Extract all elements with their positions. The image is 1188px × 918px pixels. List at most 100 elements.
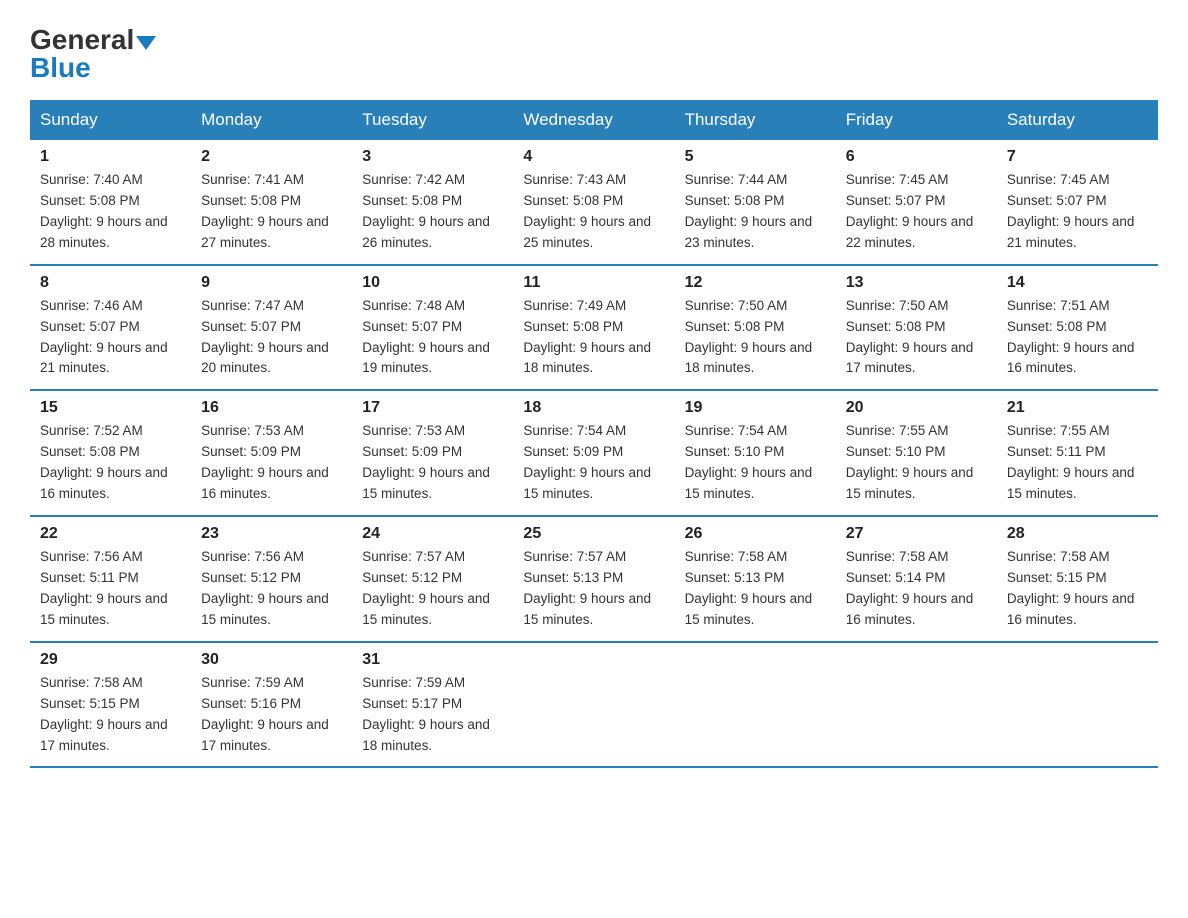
- calendar-cell: 21 Sunrise: 7:55 AMSunset: 5:11 PMDayligh…: [997, 390, 1158, 516]
- calendar-cell: 23 Sunrise: 7:56 AMSunset: 5:12 PMDayligh…: [191, 516, 352, 642]
- day-number: 25: [523, 525, 664, 543]
- day-info: Sunrise: 7:49 AMSunset: 5:08 PMDaylight:…: [523, 296, 664, 380]
- calendar-cell: 18 Sunrise: 7:54 AMSunset: 5:09 PMDayligh…: [513, 390, 674, 516]
- calendar-cell: [675, 642, 836, 768]
- day-number: 14: [1007, 274, 1148, 292]
- day-info: Sunrise: 7:55 AMSunset: 5:11 PMDaylight:…: [1007, 421, 1148, 505]
- day-info: Sunrise: 7:58 AMSunset: 5:15 PMDaylight:…: [1007, 547, 1148, 631]
- day-info: Sunrise: 7:59 AMSunset: 5:16 PMDaylight:…: [201, 673, 342, 757]
- logo: General Blue: [30, 26, 156, 82]
- calendar-week-row: 8Sunrise: 7:46 AMSunset: 5:07 PMDaylight…: [30, 265, 1158, 391]
- day-info: Sunrise: 7:57 AMSunset: 5:13 PMDaylight:…: [523, 547, 664, 631]
- day-info: Sunrise: 7:42 AMSunset: 5:08 PMDaylight:…: [362, 170, 503, 254]
- logo-blue-text: Blue: [30, 54, 91, 82]
- day-info: Sunrise: 7:43 AMSunset: 5:08 PMDaylight:…: [523, 170, 664, 254]
- day-number: 5: [685, 148, 826, 166]
- calendar-cell: 1 Sunrise: 7:40 AMSunset: 5:08 PMDaylight…: [30, 140, 191, 265]
- calendar-cell: 29 Sunrise: 7:58 AMSunset: 5:15 PMDayligh…: [30, 642, 191, 768]
- calendar-cell: 9Sunrise: 7:47 AMSunset: 5:07 PMDaylight…: [191, 265, 352, 391]
- day-number: 22: [40, 525, 181, 543]
- day-info: Sunrise: 7:56 AMSunset: 5:12 PMDaylight:…: [201, 547, 342, 631]
- calendar-cell: 5 Sunrise: 7:44 AMSunset: 5:08 PMDaylight…: [675, 140, 836, 265]
- calendar-cell: 31Sunrise: 7:59 AMSunset: 5:17 PMDayligh…: [352, 642, 513, 768]
- day-info: Sunrise: 7:53 AMSunset: 5:09 PMDaylight:…: [362, 421, 503, 505]
- day-number: 9: [201, 274, 342, 292]
- day-number: 3: [362, 148, 503, 166]
- weekday-header-saturday: Saturday: [997, 100, 1158, 140]
- weekday-header-sunday: Sunday: [30, 100, 191, 140]
- day-number: 24: [362, 525, 503, 543]
- calendar-cell: 11Sunrise: 7:49 AMSunset: 5:08 PMDayligh…: [513, 265, 674, 391]
- weekday-header-wednesday: Wednesday: [513, 100, 674, 140]
- calendar-cell: [836, 642, 997, 768]
- day-number: 23: [201, 525, 342, 543]
- weekday-header-monday: Monday: [191, 100, 352, 140]
- day-info: Sunrise: 7:55 AMSunset: 5:10 PMDaylight:…: [846, 421, 987, 505]
- calendar-cell: 27 Sunrise: 7:58 AMSunset: 5:14 PMDayligh…: [836, 516, 997, 642]
- day-number: 27: [846, 525, 987, 543]
- day-info: Sunrise: 7:58 AMSunset: 5:13 PMDaylight:…: [685, 547, 826, 631]
- day-number: 16: [201, 399, 342, 417]
- day-number: 12: [685, 274, 826, 292]
- page-header: General Blue: [30, 20, 1158, 82]
- calendar-cell: 16 Sunrise: 7:53 AMSunset: 5:09 PMDayligh…: [191, 390, 352, 516]
- day-info: Sunrise: 7:58 AMSunset: 5:14 PMDaylight:…: [846, 547, 987, 631]
- calendar-cell: 24 Sunrise: 7:57 AMSunset: 5:12 PMDayligh…: [352, 516, 513, 642]
- day-number: 18: [523, 399, 664, 417]
- logo-triangle-icon: [136, 36, 156, 50]
- day-info: Sunrise: 7:52 AMSunset: 5:08 PMDaylight:…: [40, 421, 181, 505]
- calendar-week-row: 1 Sunrise: 7:40 AMSunset: 5:08 PMDaylight…: [30, 140, 1158, 265]
- day-info: Sunrise: 7:45 AMSunset: 5:07 PMDaylight:…: [1007, 170, 1148, 254]
- day-number: 30: [201, 651, 342, 669]
- day-number: 21: [1007, 399, 1148, 417]
- day-number: 26: [685, 525, 826, 543]
- day-info: Sunrise: 7:54 AMSunset: 5:09 PMDaylight:…: [523, 421, 664, 505]
- day-info: Sunrise: 7:56 AMSunset: 5:11 PMDaylight:…: [40, 547, 181, 631]
- logo-general-text: General: [30, 24, 134, 55]
- calendar-cell: 2 Sunrise: 7:41 AMSunset: 5:08 PMDaylight…: [191, 140, 352, 265]
- day-number: 28: [1007, 525, 1148, 543]
- calendar-cell: 20Sunrise: 7:55 AMSunset: 5:10 PMDayligh…: [836, 390, 997, 516]
- calendar-table: SundayMondayTuesdayWednesdayThursdayFrid…: [30, 100, 1158, 768]
- calendar-week-row: 15 Sunrise: 7:52 AMSunset: 5:08 PMDayligh…: [30, 390, 1158, 516]
- calendar-cell: 28 Sunrise: 7:58 AMSunset: 5:15 PMDayligh…: [997, 516, 1158, 642]
- day-info: Sunrise: 7:40 AMSunset: 5:08 PMDaylight:…: [40, 170, 181, 254]
- day-info: Sunrise: 7:44 AMSunset: 5:08 PMDaylight:…: [685, 170, 826, 254]
- calendar-cell: 30 Sunrise: 7:59 AMSunset: 5:16 PMDayligh…: [191, 642, 352, 768]
- day-number: 15: [40, 399, 181, 417]
- day-number: 13: [846, 274, 987, 292]
- calendar-cell: 25 Sunrise: 7:57 AMSunset: 5:13 PMDayligh…: [513, 516, 674, 642]
- calendar-cell: 22 Sunrise: 7:56 AMSunset: 5:11 PMDayligh…: [30, 516, 191, 642]
- calendar-cell: 4 Sunrise: 7:43 AMSunset: 5:08 PMDaylight…: [513, 140, 674, 265]
- calendar-cell: 13 Sunrise: 7:50 AMSunset: 5:08 PMDayligh…: [836, 265, 997, 391]
- calendar-cell: 26 Sunrise: 7:58 AMSunset: 5:13 PMDayligh…: [675, 516, 836, 642]
- day-info: Sunrise: 7:54 AMSunset: 5:10 PMDaylight:…: [685, 421, 826, 505]
- calendar-cell: 3 Sunrise: 7:42 AMSunset: 5:08 PMDaylight…: [352, 140, 513, 265]
- day-info: Sunrise: 7:53 AMSunset: 5:09 PMDaylight:…: [201, 421, 342, 505]
- weekday-header-friday: Friday: [836, 100, 997, 140]
- day-number: 7: [1007, 148, 1148, 166]
- day-number: 2: [201, 148, 342, 166]
- calendar-cell: 12 Sunrise: 7:50 AMSunset: 5:08 PMDayligh…: [675, 265, 836, 391]
- day-number: 17: [362, 399, 503, 417]
- calendar-cell: 7 Sunrise: 7:45 AMSunset: 5:07 PMDaylight…: [997, 140, 1158, 265]
- day-info: Sunrise: 7:50 AMSunset: 5:08 PMDaylight:…: [685, 296, 826, 380]
- day-info: Sunrise: 7:57 AMSunset: 5:12 PMDaylight:…: [362, 547, 503, 631]
- calendar-cell: 19 Sunrise: 7:54 AMSunset: 5:10 PMDayligh…: [675, 390, 836, 516]
- calendar-cell: 14Sunrise: 7:51 AMSunset: 5:08 PMDayligh…: [997, 265, 1158, 391]
- day-info: Sunrise: 7:48 AMSunset: 5:07 PMDaylight:…: [362, 296, 503, 380]
- day-info: Sunrise: 7:50 AMSunset: 5:08 PMDaylight:…: [846, 296, 987, 380]
- day-number: 8: [40, 274, 181, 292]
- calendar-week-row: 22 Sunrise: 7:56 AMSunset: 5:11 PMDayligh…: [30, 516, 1158, 642]
- day-number: 29: [40, 651, 181, 669]
- calendar-cell: 17 Sunrise: 7:53 AMSunset: 5:09 PMDayligh…: [352, 390, 513, 516]
- day-number: 6: [846, 148, 987, 166]
- day-info: Sunrise: 7:41 AMSunset: 5:08 PMDaylight:…: [201, 170, 342, 254]
- day-number: 19: [685, 399, 826, 417]
- day-info: Sunrise: 7:58 AMSunset: 5:15 PMDaylight:…: [40, 673, 181, 757]
- day-number: 4: [523, 148, 664, 166]
- calendar-cell: 10Sunrise: 7:48 AMSunset: 5:07 PMDayligh…: [352, 265, 513, 391]
- calendar-cell: 8Sunrise: 7:46 AMSunset: 5:07 PMDaylight…: [30, 265, 191, 391]
- day-number: 1: [40, 148, 181, 166]
- calendar-cell: 6Sunrise: 7:45 AMSunset: 5:07 PMDaylight…: [836, 140, 997, 265]
